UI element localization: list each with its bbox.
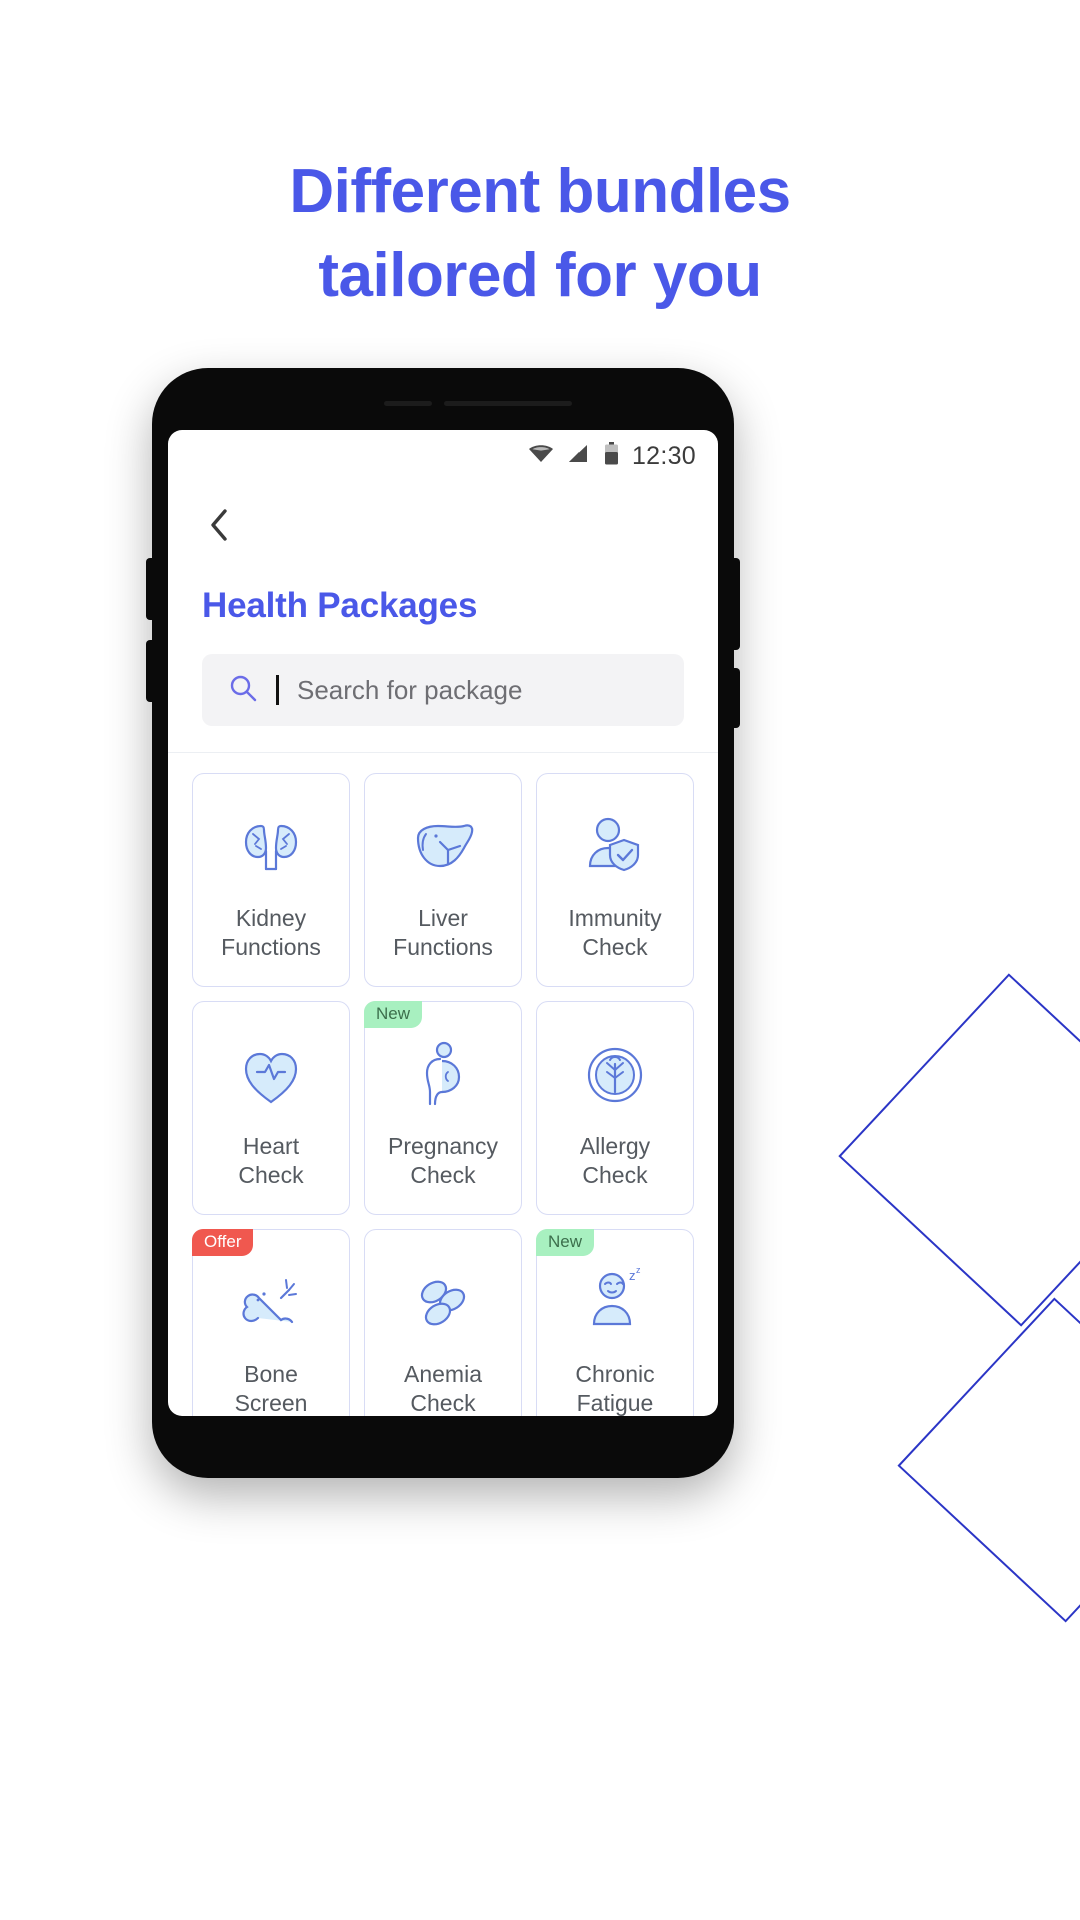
search-section: Search for package [202, 654, 684, 752]
package-label: Heart Check [238, 1132, 303, 1191]
wifi-icon [528, 444, 554, 469]
immunity-icon [572, 798, 658, 896]
phone-side-button [732, 668, 740, 728]
decorative-square-1 [838, 973, 1080, 1327]
package-label: Anemia Check [404, 1360, 482, 1416]
anemia-blood-cell-icon [400, 1254, 486, 1352]
phone-power-button [732, 558, 740, 650]
package-label: Immunity Check [568, 904, 661, 963]
package-label-line1: Allergy [579, 1132, 651, 1159]
package-card-heart[interactable]: Heart Check [192, 1001, 350, 1215]
status-bar: 12:30 [168, 430, 718, 482]
bone-icon [228, 1254, 314, 1352]
cellular-signal-icon [567, 444, 591, 469]
liver-icon [400, 798, 486, 896]
package-card-anemia[interactable]: Anemia Check [364, 1229, 522, 1416]
app-header: Health Packages Search for package [168, 482, 718, 752]
package-label: Liver Functions [393, 904, 493, 963]
headline-line-1: Different bundles [289, 157, 791, 226]
phone-volume-up-button [146, 558, 154, 620]
search-input[interactable]: Search for package [202, 654, 684, 726]
package-card-bone[interactable]: Offer Bone Screen [192, 1229, 350, 1416]
package-label-line2: Check [582, 934, 648, 960]
package-label: Allergy Check [580, 1132, 650, 1191]
phone-earpiece [384, 401, 432, 406]
package-label-line1: Liver [418, 904, 468, 931]
chevron-left-icon [208, 508, 230, 547]
package-label-line2: Check [410, 1162, 476, 1188]
package-label-line2: Check [582, 1162, 648, 1188]
package-label-line2: Check [410, 1390, 476, 1416]
package-label-line1: Pregnancy [388, 1132, 498, 1159]
package-label-line2: Fatigue [576, 1390, 654, 1416]
package-label-line1: Chronic [575, 1360, 655, 1387]
page-headline: Different bundles tailored for you [0, 150, 1080, 317]
headline-line-2: tailored for you [318, 240, 762, 310]
package-label-line2: Screen [234, 1390, 308, 1416]
phone-mockup: 12:30 Health Packages Search for package [146, 368, 740, 1478]
package-card-chronic-fatigue[interactable]: New z z Chronic Fatigue [536, 1229, 694, 1416]
chronic-fatigue-icon: z z [572, 1254, 658, 1352]
package-label-line1: Immunity [568, 904, 662, 931]
status-badge: New [364, 1001, 423, 1029]
package-label-line1: Heart [242, 1132, 300, 1159]
kidney-icon [228, 798, 314, 896]
package-label-line1: Anemia [404, 1360, 482, 1387]
status-badge: Offer [192, 1229, 254, 1257]
package-label: Kidney Functions [221, 904, 321, 963]
package-label-line2: Functions [393, 934, 493, 960]
decorative-square-2 [897, 1297, 1080, 1623]
package-label-line1: Kidney [235, 904, 307, 931]
package-grid: Kidney Functions Liver Functions Immunit… [168, 753, 718, 1416]
heart-icon [228, 1026, 314, 1124]
package-label-line1: Bone [244, 1360, 298, 1387]
search-placeholder: Search for package [297, 674, 523, 705]
package-label: Chronic Fatigue [575, 1360, 654, 1416]
package-card-liver[interactable]: Liver Functions [364, 773, 522, 987]
package-card-pregnancy[interactable]: New Pregnancy Check [364, 1001, 522, 1215]
package-card-kidney[interactable]: Kidney Functions [192, 773, 350, 987]
package-label: Bone Screen [235, 1360, 308, 1416]
pregnancy-icon [400, 1026, 486, 1124]
svg-text:z: z [636, 1265, 641, 1275]
package-card-immunity[interactable]: Immunity Check [536, 773, 694, 987]
package-label: Pregnancy Check [388, 1132, 498, 1191]
search-text-cursor [276, 675, 279, 705]
allergy-icon [572, 1026, 658, 1124]
battery-icon [604, 442, 619, 470]
search-icon [228, 673, 258, 708]
status-bar-time: 12:30 [631, 441, 696, 470]
package-label-line2: Check [238, 1162, 304, 1188]
phone-volume-down-button [146, 640, 154, 702]
phone-speaker-grille [444, 401, 572, 406]
phone-screen: 12:30 Health Packages Search for package [168, 430, 718, 1416]
status-badge: New [536, 1229, 595, 1257]
package-card-allergy[interactable]: Allergy Check [536, 1001, 694, 1215]
back-button[interactable] [202, 508, 236, 547]
page-title: Health Packages [202, 586, 478, 625]
svg-text:z: z [629, 1268, 636, 1283]
package-label-line2: Functions [221, 934, 321, 960]
